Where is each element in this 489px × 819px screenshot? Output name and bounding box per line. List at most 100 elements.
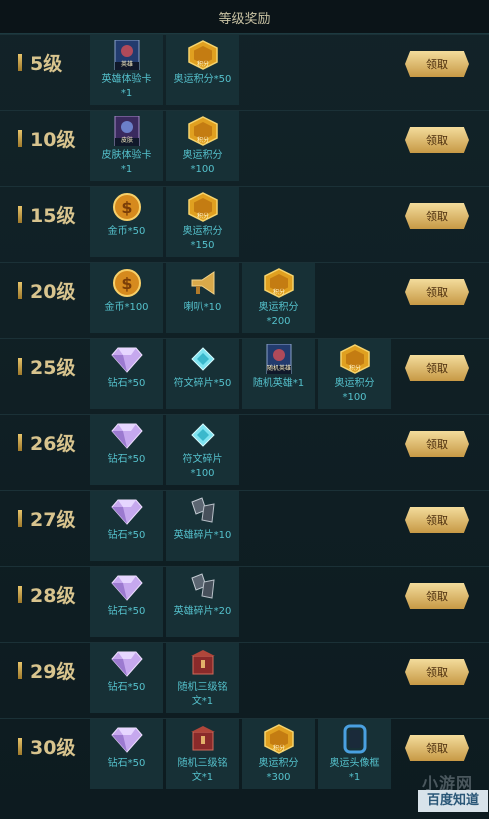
reward-items: 钻石*50 随机三级铭 文*1 积分 奥运积分 *300 奥运头像框 *1: [90, 719, 394, 791]
reward-item[interactable]: 钻石*50: [90, 415, 163, 485]
reward-item-label-line: *300: [266, 772, 291, 783]
rune-shard-icon: [186, 420, 220, 450]
reward-item-label-line: 奥运积分*50: [173, 74, 232, 85]
claim-button[interactable]: 领取: [405, 431, 469, 457]
reward-item-label: 喇叭*10: [164, 301, 241, 315]
reward-item[interactable]: 积分 奥运积分 *300: [242, 719, 315, 789]
reward-items: $ 金币*50 积分 奥运积分 *150: [90, 187, 242, 259]
reward-item[interactable]: 积分 奥运积分 *150: [166, 187, 239, 257]
reward-item-label-line: 钻石*50: [107, 378, 146, 389]
reward-item-label-line: 奥运头像框: [329, 758, 380, 769]
reward-item-label: 奥运头像框 *1: [316, 757, 393, 785]
watermark-bottom-text: 百度知道: [418, 790, 488, 812]
icon-badge-text: 积分: [272, 289, 285, 296]
reward-item[interactable]: 钻石*50: [90, 643, 163, 713]
reward-item-label-line: 金币*100: [104, 302, 149, 313]
reward-item[interactable]: 英雄 英雄体验卡 *1: [90, 35, 163, 105]
reward-item[interactable]: 随机三级铭文*1: [166, 643, 239, 713]
reward-item[interactable]: 随机三级铭 文*1: [166, 719, 239, 789]
reward-item-label-line: 奥运积分: [182, 150, 223, 161]
reward-item-label: 钻石*50: [88, 757, 165, 771]
level-label: 10级: [18, 125, 75, 151]
points-icon: 积分: [338, 344, 372, 374]
reward-row: 29级钻石*50 随机三级铭文*1 领取: [0, 642, 489, 715]
reward-item[interactable]: 积分 奥运积分 *100: [318, 339, 391, 409]
reward-item[interactable]: 钻石*50: [90, 491, 163, 561]
reward-item[interactable]: 钻石*50: [90, 339, 163, 409]
level-label: 28级: [18, 581, 75, 607]
reward-item-label: 金币*100: [88, 301, 165, 315]
level-label: 26级: [18, 429, 75, 455]
reward-item-label-line: 奥运积分: [182, 226, 223, 237]
claim-button[interactable]: 领取: [405, 279, 469, 305]
diamond-icon: [110, 344, 144, 374]
reward-item[interactable]: 英雄碎片*20: [166, 567, 239, 637]
level-marker: [18, 53, 22, 71]
reward-row: 20级 $ 金币*100 喇叭*10 积分 奥运积分 *200 领取: [0, 262, 489, 335]
claim-button[interactable]: 领取: [405, 659, 469, 685]
reward-item-label-line: 文*1: [191, 696, 214, 707]
reward-items: 钻石*50 符文碎片*50 随机英雄 随机英雄*1 积分 奥运积分 *100: [90, 339, 394, 411]
reward-item[interactable]: 积分 奥运积分 *100: [166, 111, 239, 181]
reward-item-label-line: *1: [348, 772, 361, 783]
reward-item[interactable]: 喇叭*10: [166, 263, 239, 333]
claim-button[interactable]: 领取: [405, 203, 469, 229]
avatar-frame-icon: [338, 724, 372, 754]
claim-button[interactable]: 领取: [405, 127, 469, 153]
reward-item[interactable]: 英雄碎片*10: [166, 491, 239, 561]
reward-item-label-line: 随机英雄*1: [252, 378, 305, 389]
level-text: 29级: [30, 660, 76, 683]
hero-card-icon: 英雄: [110, 40, 144, 70]
reward-item-label-line: 英雄碎片*20: [173, 606, 232, 617]
reward-item[interactable]: 钻石*50: [90, 567, 163, 637]
reward-item-label-line: 英雄体验卡: [101, 74, 152, 85]
level-marker: [18, 357, 22, 375]
title-bar: 等级奖励: [0, 0, 489, 34]
claim-button[interactable]: 领取: [405, 583, 469, 609]
coin-icon: $: [110, 192, 144, 222]
reward-item-label-line: *200: [266, 316, 291, 327]
reward-items: 钻石*50 英雄碎片*10: [90, 491, 242, 563]
claim-button[interactable]: 领取: [405, 507, 469, 533]
icon-badge-text: 积分: [196, 213, 209, 220]
svg-text:$: $: [121, 274, 132, 293]
reward-item[interactable]: 积分 奥运积分 *200: [242, 263, 315, 333]
reward-item[interactable]: $ 金币*100: [90, 263, 163, 333]
reward-items: 皮肤 皮肤体验卡 *1 积分 奥运积分 *100: [90, 111, 242, 183]
reward-item[interactable]: 积分 奥运积分*50: [166, 35, 239, 105]
claim-button[interactable]: 领取: [405, 735, 469, 761]
icon-badge-text: 皮肤: [120, 137, 133, 144]
level-marker: [18, 737, 22, 755]
level-label: 15级: [18, 201, 75, 227]
claim-button[interactable]: 领取: [405, 355, 469, 381]
reward-item[interactable]: 随机英雄 随机英雄*1: [242, 339, 315, 409]
claim-button[interactable]: 领取: [405, 51, 469, 77]
level-marker: [18, 661, 22, 679]
reward-item-label-line: 钻石*50: [107, 682, 146, 693]
icon-badge-text: 积分: [196, 137, 209, 144]
reward-item[interactable]: 皮肤 皮肤体验卡 *1: [90, 111, 163, 181]
diamond-icon: [110, 496, 144, 526]
reward-item-label-line: 随机三级铭: [177, 758, 228, 769]
level-label: 5级: [18, 49, 62, 75]
reward-item-label-line: 英雄碎片*10: [173, 530, 232, 541]
coin-icon: $: [110, 268, 144, 298]
level-text: 5级: [30, 52, 63, 75]
reward-item[interactable]: 奥运头像框 *1: [318, 719, 391, 789]
svg-text:$: $: [121, 198, 132, 217]
reward-item-label-line: 随机三级铭: [177, 682, 228, 693]
level-rewards-panel: 等级奖励 5级 英雄 英雄体验卡 *1 积分 奥运积分*50 领取 10级 皮肤 皮肤体验卡 *1 积…: [0, 0, 489, 819]
level-text: 28级: [30, 584, 76, 607]
reward-item[interactable]: 符文碎片 *100: [166, 415, 239, 485]
reward-items: 英雄 英雄体验卡 *1 积分 奥运积分*50: [90, 35, 242, 107]
level-text: 27级: [30, 508, 76, 531]
reward-item[interactable]: 钻石*50: [90, 719, 163, 789]
reward-item[interactable]: 符文碎片*50: [166, 339, 239, 409]
reward-item-label-line: 符文碎片*50: [173, 378, 232, 389]
level-label: 27级: [18, 505, 75, 531]
page-title: 等级奖励: [218, 12, 271, 27]
reward-item-label-line: 喇叭*10: [183, 302, 222, 313]
level-marker: [18, 281, 22, 299]
reward-item[interactable]: $ 金币*50: [90, 187, 163, 257]
reward-row: 10级 皮肤 皮肤体验卡 *1 积分 奥运积分 *100 领取: [0, 110, 489, 183]
